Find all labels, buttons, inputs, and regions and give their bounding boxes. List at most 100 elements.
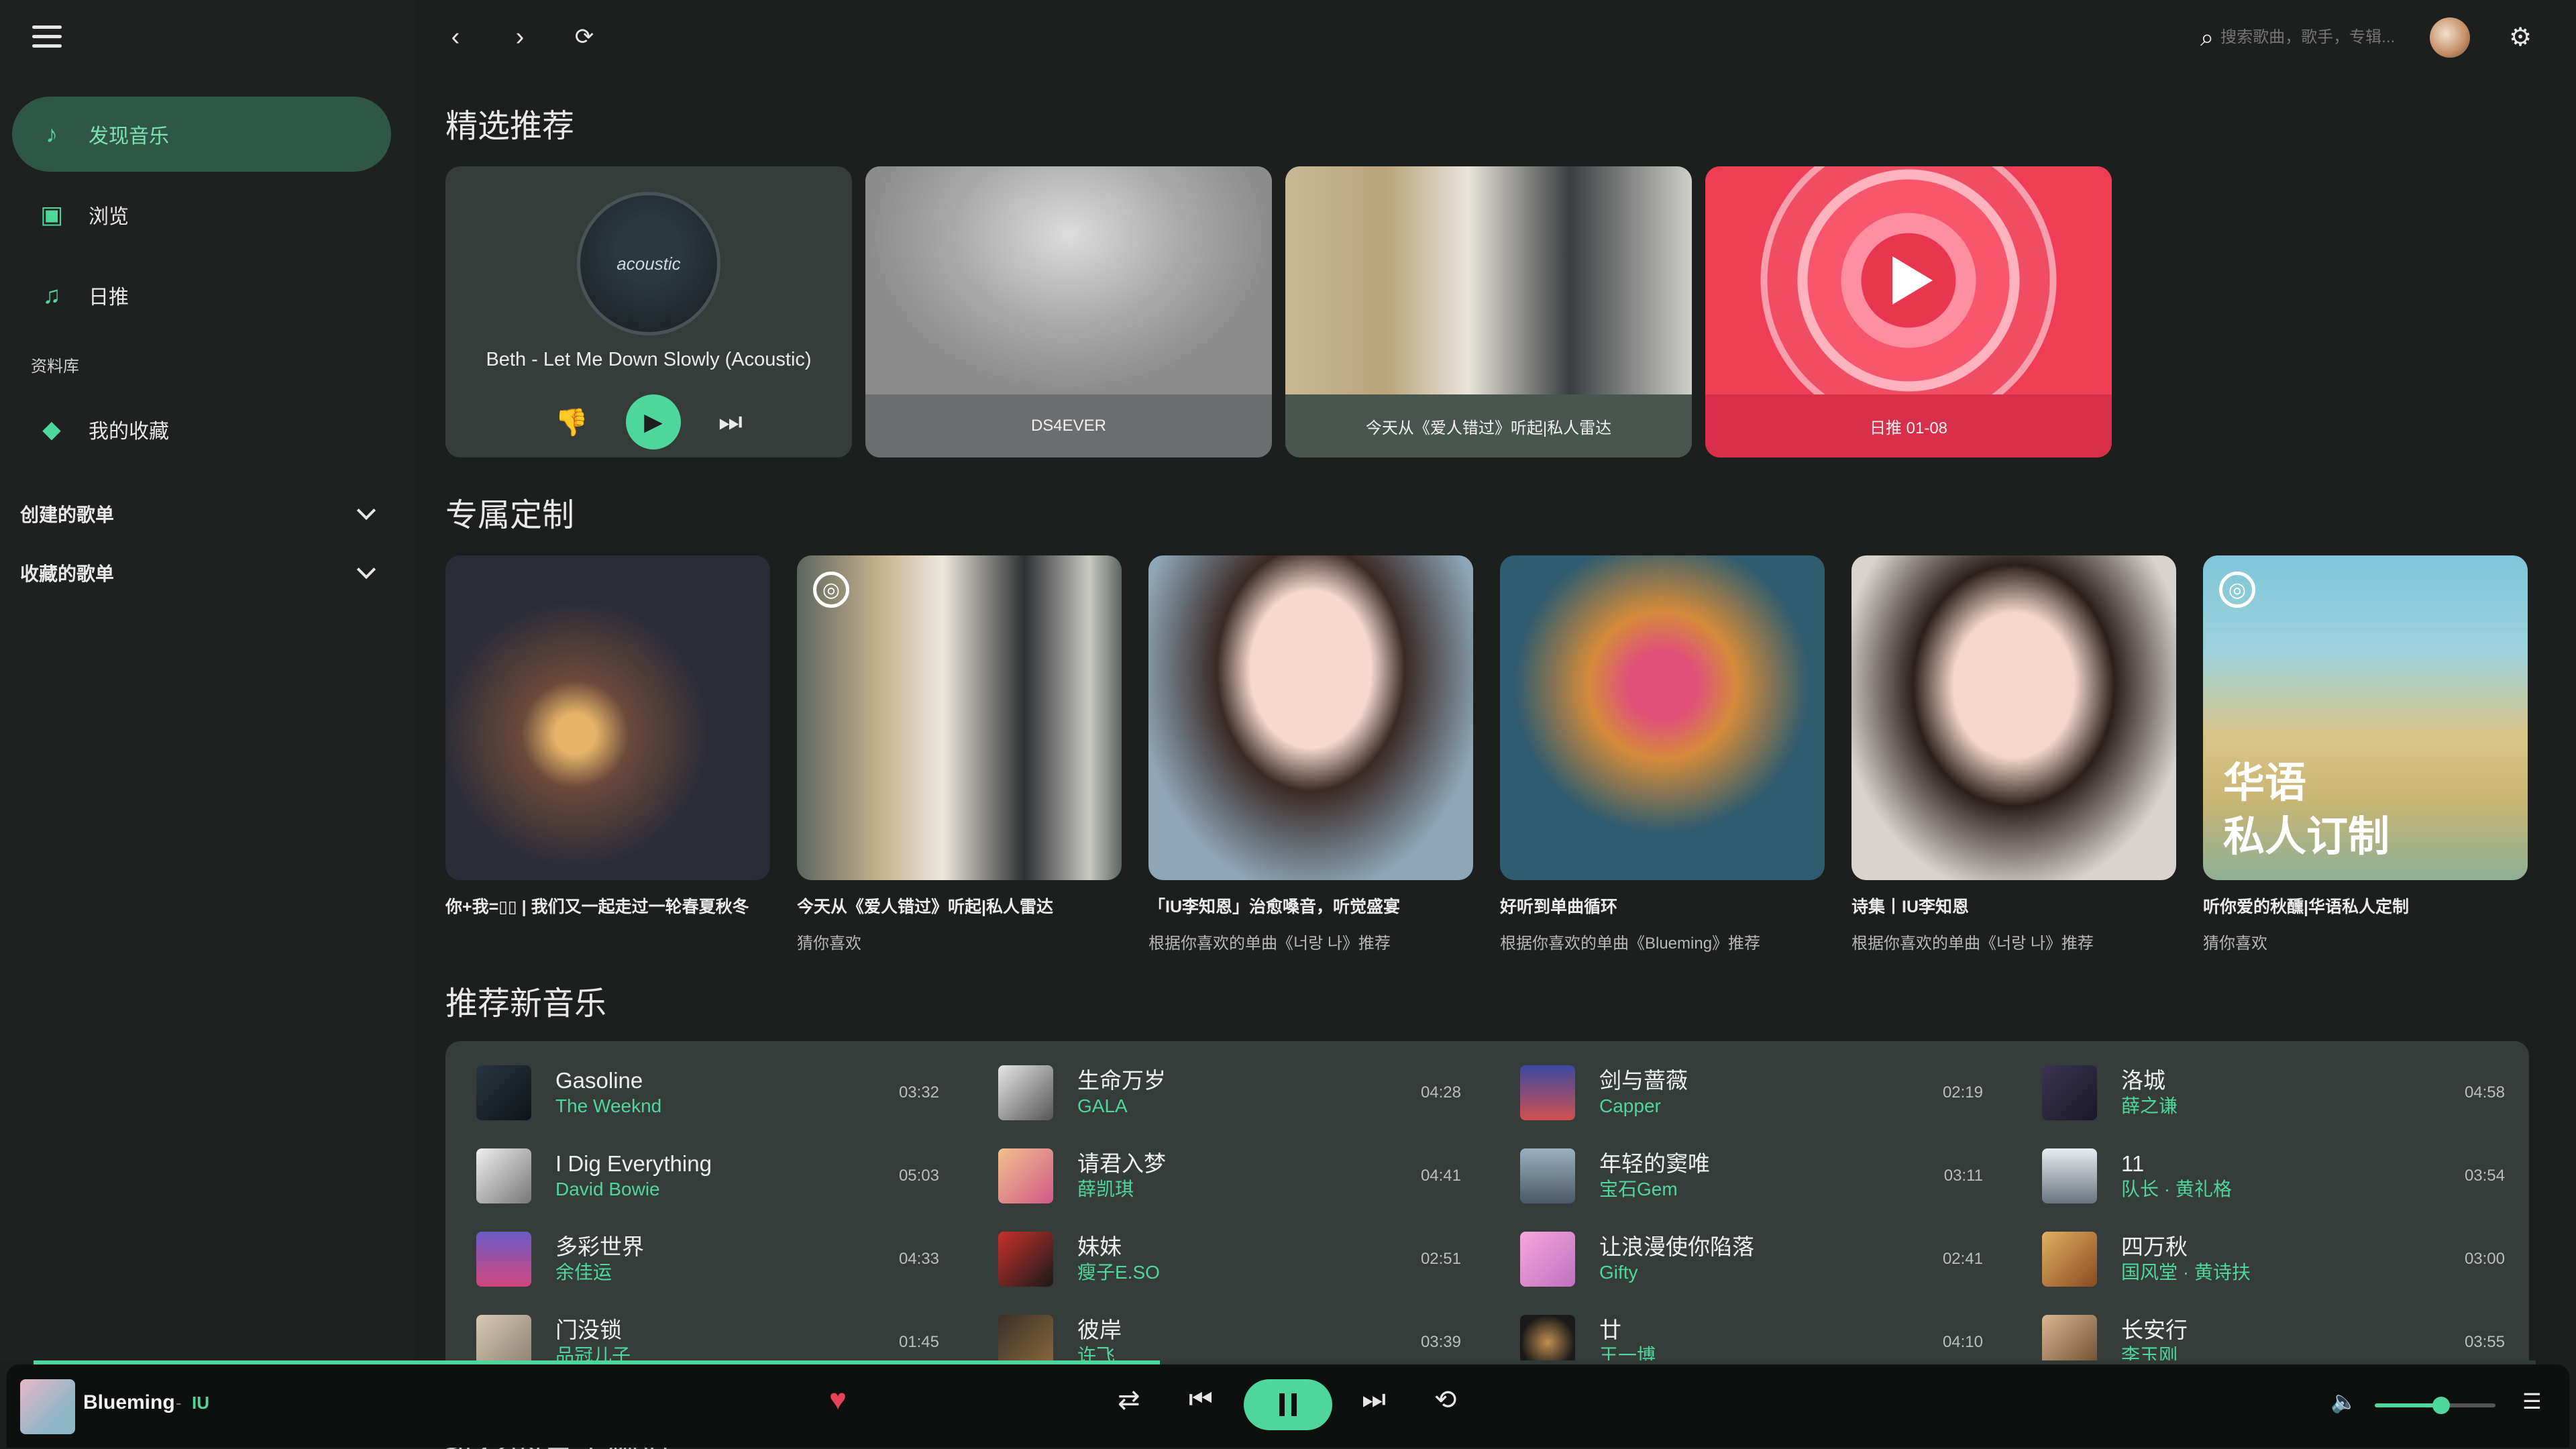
created-playlists-header[interactable]: 创建的歌单 <box>20 494 382 534</box>
song-artist[interactable]: Gifty <box>1599 1260 1943 1285</box>
song-item[interactable]: 多彩世界 余佳运 04:33 <box>476 1222 959 1296</box>
loop-icon[interactable]: ⟲ <box>1434 1385 1457 1415</box>
song-cover <box>476 1065 531 1120</box>
song-artist[interactable]: 瘦子E.SO <box>1077 1260 1421 1285</box>
song-item[interactable]: 彼岸 许飞 03:39 <box>998 1305 1481 1362</box>
playlist-cover <box>1148 555 1473 880</box>
playlist-subtitle: 根据你喜欢的单曲《너랑 나》推荐 <box>1148 934 1391 953</box>
song-artist[interactable]: The Weeknd <box>555 1094 899 1118</box>
song-duration: 03:32 <box>898 1083 939 1102</box>
featured-card-daily[interactable]: 日推 01-08 <box>1705 166 2112 458</box>
playlist-title: 「IU李知恩」治愈嗓音，听觉盛宴 <box>1148 898 1401 916</box>
playlist-card[interactable]: ◎ 今天从《爱人错过》听起|私人雷达 猜你喜欢 <box>797 555 1122 953</box>
playlist-card[interactable]: 「IU李知恩」治愈嗓音，听觉盛宴 根据你喜欢的单曲《너랑 나》推荐 <box>1148 555 1473 953</box>
pause-button[interactable] <box>1244 1379 1332 1430</box>
song-duration: 03:00 <box>2464 1250 2505 1268</box>
song-artist[interactable]: 队长 · 黄礼格 <box>2121 1177 2465 1201</box>
song-item[interactable]: 11 队长 · 黄礼格 03:54 <box>2042 1139 2525 1213</box>
avatar[interactable] <box>2430 17 2470 58</box>
sidebar-item-label: 浏览 <box>89 206 129 228</box>
song-item[interactable]: 妹妹 瘦子E.SO 02:51 <box>998 1222 1481 1296</box>
sidebar-item-discover[interactable]: ♪ 发现音乐 <box>12 97 391 172</box>
menu-icon[interactable] <box>32 25 62 50</box>
song-cover <box>476 1315 531 1362</box>
song-duration: 02:51 <box>1420 1250 1461 1268</box>
song-artist[interactable]: 薛之谦 <box>2121 1094 2465 1118</box>
repeat-icon[interactable]: ⇄ <box>1118 1385 1140 1415</box>
song-item[interactable]: 四万秋 国风堂 · 黄诗扶 03:00 <box>2042 1222 2525 1296</box>
volume-knob[interactable] <box>2432 1397 2450 1414</box>
back-icon[interactable]: ‹ <box>439 20 472 54</box>
song-item[interactable]: 年轻的窦唯 宝石Gem 03:11 <box>1520 1139 2003 1213</box>
sidebar-item-daily[interactable]: ♫ 日推 <box>12 258 391 333</box>
collected-playlists-header[interactable]: 收藏的歌单 <box>20 553 382 593</box>
card-label: DS4EVER <box>865 394 1272 458</box>
sidebar-item-browse[interactable]: ▣ 浏览 <box>12 177 391 252</box>
heart-icon[interactable]: ♥ <box>829 1383 847 1417</box>
dislike-icon[interactable]: 👎 <box>555 407 588 438</box>
song-item[interactable]: 廿王一博 04:10 <box>1520 1305 2003 1362</box>
song-artist[interactable]: 余佳运 <box>555 1260 899 1285</box>
sidebar: ♪ 发现音乐 ▣ 浏览 ♫ 日推 资料库 ◆ 我的收藏 创建的歌单 收藏的歌单 <box>0 0 416 1362</box>
now-playing-title[interactable]: Blueming <box>83 1391 175 1414</box>
song-item[interactable]: 长安行 李玉刚 03:55 <box>2042 1305 2525 1362</box>
song-cover <box>1520 1065 1575 1120</box>
playlist-card[interactable]: 你+我=▯▯ | 我们又一起走过一轮春夏秋冬 <box>445 555 770 930</box>
song-cover <box>1520 1232 1575 1287</box>
gear-icon[interactable]: ⚙ <box>2504 20 2537 54</box>
song-duration: 04:33 <box>898 1250 939 1268</box>
previous-icon[interactable]: ⏮ <box>1189 1385 1213 1415</box>
private-fm-card[interactable]: acoustic Beth - Let Me Down Slowly (Acou… <box>445 166 852 458</box>
song-artist[interactable]: 李玉刚 <box>2121 1344 2465 1362</box>
now-playing-artist[interactable]: IU <box>192 1393 209 1413</box>
forward-icon[interactable]: › <box>503 20 537 54</box>
song-artist[interactable]: Capper <box>1599 1094 1943 1118</box>
featured-card-ds4ever[interactable]: DS4EVER <box>865 166 1272 458</box>
playlist-card[interactable]: ◎ 华语 私人订制 听你爱的秋醺|华语私人定制 猜你喜欢 <box>2203 555 2528 953</box>
volume-slider[interactable] <box>2375 1397 2496 1414</box>
playlist-subtitle: 猜你喜欢 <box>2203 934 2267 953</box>
song-artist[interactable]: 品冠儿子 <box>555 1344 899 1362</box>
playlist-card[interactable]: 诗集丨IU李知恩 根据你喜欢的单曲《너랑 나》推荐 <box>1851 555 2176 953</box>
song-item[interactable]: 洛城 薛之谦 04:58 <box>2042 1056 2525 1130</box>
song-artist[interactable]: GALA <box>1077 1094 1421 1118</box>
song-artist[interactable]: 王一博 <box>1599 1344 1943 1362</box>
song-name: 妹妹 <box>1077 1234 1122 1259</box>
collection-icon: ◆ <box>42 415 61 443</box>
song-artist[interactable]: 宝石Gem <box>1599 1177 1944 1201</box>
refresh-icon[interactable]: ⟳ <box>568 20 601 54</box>
song-cover <box>998 1315 1053 1362</box>
song-item[interactable]: 请君入梦 薛凯琪 04:41 <box>998 1139 1481 1213</box>
song-name: 四万秋 <box>2121 1234 2188 1259</box>
volume-icon[interactable]: 🔈 <box>2330 1389 2357 1414</box>
song-item[interactable]: 门没锁 品冠儿子 01:45 <box>476 1305 959 1362</box>
sidebar-item-favorites[interactable]: ◆ 我的收藏 <box>12 392 391 467</box>
netease-icon: ◎ <box>2219 572 2255 608</box>
song-duration: 01:45 <box>898 1333 939 1351</box>
song-name: 生命万岁 <box>1077 1068 1166 1093</box>
song-artist[interactable]: 薛凯琪 <box>1077 1177 1421 1201</box>
now-playing-cover[interactable] <box>20 1379 75 1434</box>
song-artist[interactable]: David Bowie <box>555 1177 899 1201</box>
song-artist[interactable]: 国风堂 · 黄诗扶 <box>2121 1260 2465 1285</box>
song-item[interactable]: I Dig Everything David Bowie 05:03 <box>476 1139 959 1213</box>
song-item[interactable]: Gasoline The Weeknd 03:32 <box>476 1056 959 1130</box>
album-disc: acoustic <box>577 192 720 335</box>
song-artist[interactable]: 许飞 <box>1077 1344 1421 1362</box>
skip-next-icon[interactable]: ⏭ <box>718 407 743 437</box>
search-bar[interactable]: ⌕ <box>2200 19 2428 56</box>
playlist-card[interactable]: 好听到单曲循环 根据你喜欢的单曲《Blueming》推荐 <box>1500 555 1825 953</box>
song-item[interactable]: 生命万岁 GALA 04:28 <box>998 1056 1481 1130</box>
album-cover <box>865 166 1272 394</box>
play-button[interactable]: ▶ <box>625 394 681 449</box>
next-icon[interactable]: ⏭ <box>1362 1385 1386 1415</box>
song-item[interactable]: 剑与蔷薇 Capper 02:19 <box>1520 1056 2003 1130</box>
song-item[interactable]: 让浪漫使你陷落 Gifty 02:41 <box>1520 1222 2003 1296</box>
scrollbar[interactable] <box>2568 0 2576 1362</box>
playlist-queue-icon[interactable]: ☰ <box>2522 1389 2542 1414</box>
search-input[interactable] <box>2220 28 2409 47</box>
custom-title: 专属定制 <box>445 498 575 533</box>
featured-card-radar[interactable]: 今天从《爱人错过》听起|私人雷达 <box>1285 166 1692 458</box>
playlist-cover <box>445 555 770 880</box>
song-cover <box>998 1065 1053 1120</box>
